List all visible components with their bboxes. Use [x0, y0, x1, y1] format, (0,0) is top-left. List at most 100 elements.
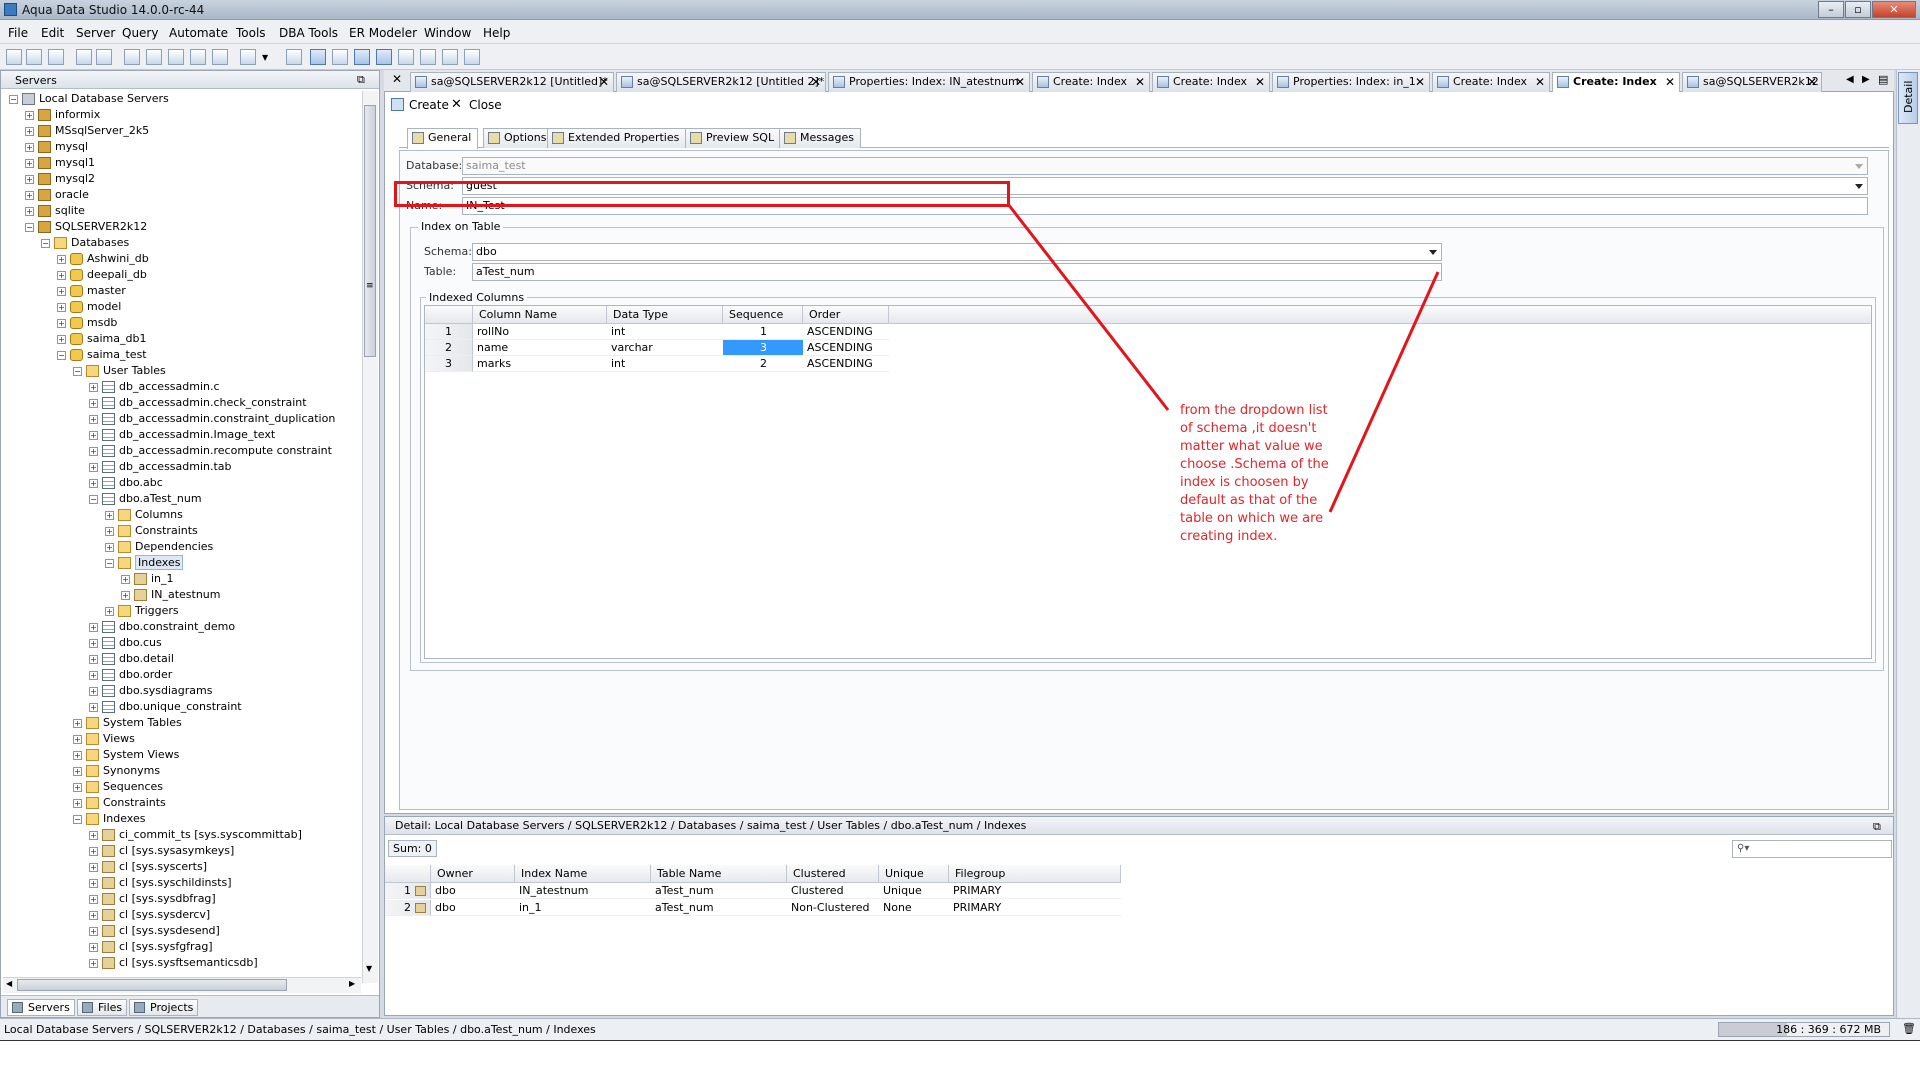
editor-tab-create-index-3[interactable]: Create: Index ✕ — [1432, 72, 1550, 92]
editor-tab-untitled[interactable]: sa@SQLSERVER2k12 [Untitled]* ✕ — [410, 72, 614, 92]
tab-scroll-right-icon[interactable]: ▶ — [1862, 74, 1870, 85]
expand-icon[interactable]: + — [89, 862, 98, 872]
column-name-cell[interactable]: name — [473, 340, 607, 356]
tab-general[interactable]: General — [407, 128, 479, 149]
tree-vertical-scroll-thumb[interactable] — [364, 105, 376, 357]
collapse-icon[interactable]: − — [41, 238, 50, 248]
close-tab-icon[interactable]: ✕ — [599, 73, 609, 91]
layout-list-icon[interactable] — [420, 49, 436, 65]
expand-icon[interactable]: + — [25, 126, 34, 136]
layout-left-icon[interactable] — [354, 49, 370, 65]
detail-search-input[interactable]: ⚲▾ — [1732, 840, 1892, 858]
detail-side-tab[interactable]: Detail — [1898, 72, 1918, 124]
filegroup-cell[interactable]: PRIMARY — [949, 883, 1121, 899]
history-icon[interactable] — [240, 49, 256, 65]
tree-node[interactable]: + cl [sys.sysftsemanticsdb] — [89, 955, 258, 971]
editor-tab-sqlserver[interactable]: sa@SQLSERVER2k12 ✕ — [1682, 72, 1822, 92]
restore-icon[interactable]: ⧉ — [1873, 818, 1881, 835]
tree-node[interactable]: + db_accessadmin.Image_text — [89, 427, 275, 443]
index-name-header[interactable]: Index Name — [515, 865, 651, 883]
tab-preview-sql[interactable]: Preview SQL — [685, 128, 782, 148]
menu-window[interactable]: Window — [424, 26, 471, 40]
collapse-icon[interactable]: − — [9, 94, 18, 104]
tree-node[interactable]: + db_accessadmin.tab — [89, 459, 232, 475]
order-cell[interactable]: ASCENDING — [803, 324, 889, 340]
editor-tab-create-index-2[interactable]: Create: Index ✕ — [1152, 72, 1270, 92]
expand-icon[interactable]: + — [57, 318, 66, 328]
filegroup-header[interactable]: Filegroup — [949, 865, 1121, 883]
column-name-header[interactable]: Column Name — [473, 306, 607, 324]
new-icon[interactable] — [6, 49, 22, 65]
tree-node[interactable]: + dbo.unique_constraint — [89, 699, 242, 715]
expand-icon[interactable]: + — [89, 622, 98, 632]
disconnect-icon[interactable] — [96, 49, 112, 65]
scroll-left-icon[interactable]: ◀ — [6, 979, 12, 988]
expand-icon[interactable]: + — [89, 398, 98, 408]
layout-tile-icon[interactable] — [442, 49, 458, 65]
create-button[interactable]: Create — [391, 97, 449, 113]
tree-node[interactable]: + saima_db1 — [57, 331, 146, 347]
close-tab-icon[interactable]: ✕ — [1807, 73, 1817, 91]
unique-header[interactable]: Unique — [879, 865, 949, 883]
index-name-cell[interactable]: IN_atestnum — [515, 883, 651, 899]
expand-icon[interactable]: + — [89, 942, 98, 952]
tree-node[interactable]: + cl [sys.sysdesend] — [89, 923, 220, 939]
tab-servers[interactable]: Servers — [7, 999, 75, 1016]
tree-node[interactable]: − saima_test — [57, 347, 147, 363]
expand-icon[interactable]: + — [73, 782, 82, 792]
expand-icon[interactable]: + — [89, 478, 98, 488]
menu-tools[interactable]: Tools — [236, 26, 266, 40]
tree-node[interactable]: + msdb — [57, 315, 117, 331]
expand-icon[interactable]: + — [25, 158, 34, 168]
expand-icon[interactable]: + — [25, 206, 34, 216]
editor-tab-properties-in-atestnum[interactable]: Properties: Index: IN_atestnum ✕ — [828, 72, 1030, 92]
tree-node[interactable]: + deepali_db — [57, 267, 147, 283]
menu-er-modeler[interactable]: ER Modeler — [349, 26, 417, 40]
tree-node[interactable]: + Triggers — [105, 603, 179, 619]
expand-icon[interactable]: + — [89, 446, 98, 456]
tree-node[interactable]: + Sequences — [73, 779, 163, 795]
expand-icon[interactable]: + — [89, 430, 98, 440]
expand-icon[interactable]: + — [73, 798, 82, 808]
editor-tab-properties-in-1[interactable]: Properties: Index: in_1 ✕ — [1272, 72, 1430, 92]
tree-node[interactable]: + informix — [25, 107, 100, 123]
tree-node[interactable]: + cl [sys.sysdercv] — [89, 907, 210, 923]
tree-node[interactable]: + cl [sys.sysasymkeys] — [89, 843, 234, 859]
expand-icon[interactable]: + — [89, 702, 98, 712]
tab-extended-properties[interactable]: Extended Properties — [547, 128, 687, 148]
close-tab-icon[interactable]: ✕ — [1135, 73, 1145, 91]
menu-edit[interactable]: Edit — [41, 26, 64, 40]
tree-node[interactable]: + Ashwini_db — [57, 251, 149, 267]
scroll-down-icon[interactable]: ▼ — [366, 964, 372, 973]
expand-icon[interactable]: + — [89, 686, 98, 696]
table-editor-icon[interactable] — [168, 49, 184, 65]
layout-window-icon[interactable] — [464, 49, 480, 65]
menu-automate[interactable]: Automate — [169, 26, 228, 40]
tree-node[interactable]: + oracle — [25, 187, 89, 203]
tree-node[interactable]: + Constraints — [73, 795, 166, 811]
sequence-cell[interactable]: 1 — [723, 324, 803, 340]
query-file-icon[interactable] — [146, 49, 162, 65]
print-icon[interactable] — [286, 49, 302, 65]
collapse-icon[interactable]: − — [25, 222, 34, 232]
collapse-icon[interactable]: − — [57, 350, 66, 360]
tree-node[interactable]: + sqlite — [25, 203, 85, 219]
expand-icon[interactable]: + — [89, 638, 98, 648]
expand-icon[interactable]: + — [57, 302, 66, 312]
column-name-cell[interactable]: rollNo — [473, 324, 607, 340]
layout-split-icon[interactable] — [332, 49, 348, 65]
expand-icon[interactable]: + — [89, 462, 98, 472]
tree-node[interactable]: + cl [sys.syschildinsts] — [89, 875, 232, 891]
expand-icon[interactable]: + — [89, 958, 98, 968]
data-type-cell[interactable]: varchar — [607, 340, 723, 356]
owner-cell[interactable]: dbo — [431, 883, 515, 899]
expand-icon[interactable]: + — [89, 878, 98, 888]
expand-icon[interactable]: + — [25, 142, 34, 152]
expand-icon[interactable]: + — [25, 190, 34, 200]
tree-node[interactable]: + master — [57, 283, 126, 299]
expand-icon[interactable]: + — [73, 766, 82, 776]
unique-cell[interactable]: None — [879, 900, 949, 916]
tree-node[interactable]: + Synonyms — [73, 763, 160, 779]
data-type-cell[interactable]: int — [607, 356, 723, 372]
tree-node[interactable]: − Indexes — [105, 555, 184, 571]
